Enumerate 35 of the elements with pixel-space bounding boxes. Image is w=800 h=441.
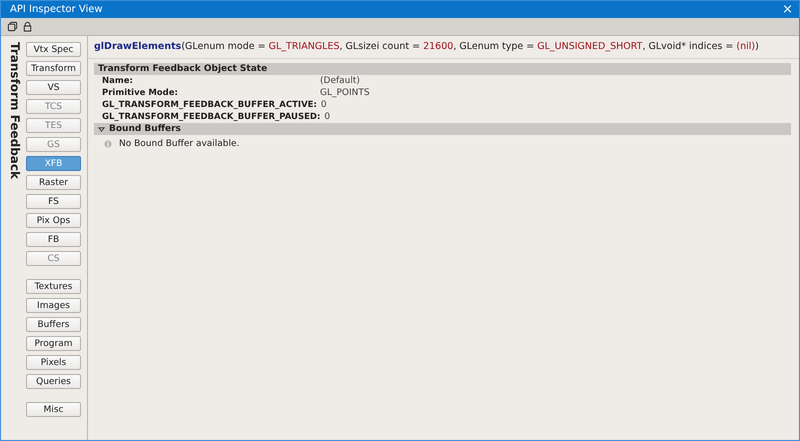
close-button[interactable]: × (782, 3, 793, 16)
section-header[interactable]: Bound Buffers (94, 123, 791, 135)
sidebar-title: Transform Feedback (7, 42, 23, 181)
expand-icon[interactable] (98, 126, 105, 132)
property-name: GL_TRANSFORM_FEEDBACK_BUFFER_PAUSED: (102, 112, 320, 122)
section-title: Bound Buffers (109, 124, 181, 134)
empty-message: No Bound Buffer available. (119, 139, 240, 149)
property-value: (Default) (320, 76, 360, 86)
windows-icon[interactable] (7, 21, 18, 32)
stage-button[interactable]: Textures (26, 279, 81, 294)
property-value: GL_POINTS (320, 88, 370, 98)
api-call-signature: glDrawElements(GLenum mode = GL_TRIANGLES, GLsizei count = 21600, GLenum type = GL_UNSIGNED_SHORT, GLvoid* indices = (nil)) (88, 36, 799, 59)
stage-button[interactable]: Images (26, 298, 81, 313)
stage-button[interactable]: Program (26, 336, 81, 351)
stage-button[interactable]: Raster (26, 175, 81, 190)
stage-button[interactable]: Vtx Spec (26, 42, 81, 57)
property-name: GL_TRANSFORM_FEEDBACK_BUFFER_ACTIVE: (102, 100, 317, 110)
window-title: API Inspector View (10, 4, 103, 15)
stage-button[interactable]: Queries (26, 374, 81, 389)
property-name: Primitive Mode: (102, 88, 179, 98)
stage-button[interactable]: FS (26, 194, 81, 209)
section-header[interactable]: Transform Feedback Object State (94, 63, 791, 75)
property-value: 0 (324, 112, 330, 122)
stage-button[interactable]: Misc (26, 402, 81, 417)
stage-button[interactable]: FB (26, 232, 81, 247)
stage-button[interactable]: Pixels (26, 355, 81, 370)
section-title: Transform Feedback Object State (98, 64, 268, 74)
stage-button[interactable]: Buffers (26, 317, 81, 332)
info-icon (104, 140, 112, 148)
stage-button[interactable]: Pix Ops (26, 213, 81, 228)
stage-button[interactable]: VS (26, 80, 81, 95)
property-value: 0 (320, 100, 327, 110)
property-name: Name: (102, 76, 134, 86)
lock-icon[interactable] (22, 21, 33, 32)
stage-button[interactable]: Transform (26, 61, 81, 76)
